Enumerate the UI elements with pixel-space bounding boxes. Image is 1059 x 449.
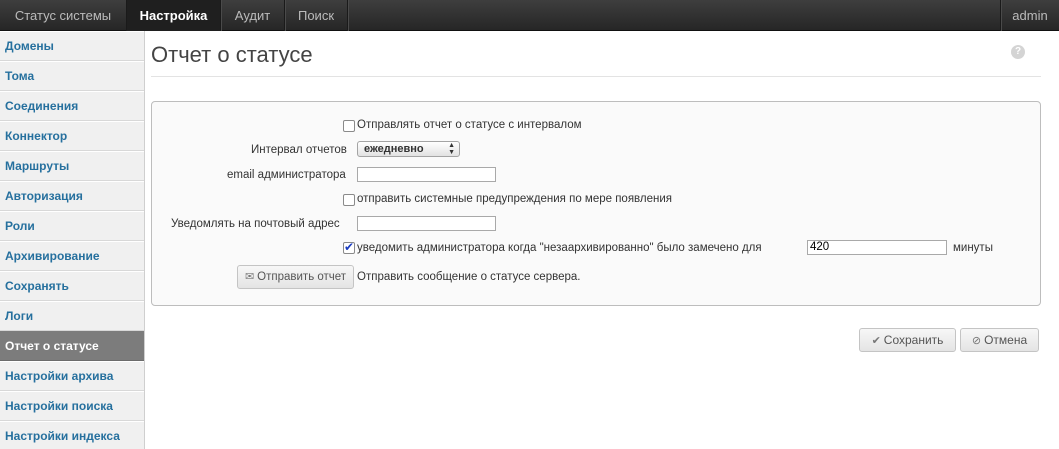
status-report-form: Отправлять отчет о статусе с интервалом … (151, 101, 1041, 306)
select-arrows-icon: ▲ ▼ (448, 142, 455, 156)
sidebar-item-domains[interactable]: Домены (0, 31, 144, 61)
save-button-label: Сохранить (883, 333, 944, 347)
notify-minutes-field[interactable]: 420 (807, 240, 947, 255)
send-interval-checkbox[interactable] (343, 120, 355, 132)
send-warnings-label: отправить системные предупреждения по ме… (357, 193, 673, 205)
notify-email-label: Уведомлять на почтовый адрес (171, 218, 340, 230)
interval-label: Интервал отчетов (251, 144, 347, 156)
send-report-button-label: Отправить отчет (257, 271, 347, 283)
user-menu[interactable]: admin (1000, 0, 1059, 31)
sidebar-item-retention[interactable]: Сохранять (0, 271, 144, 301)
sidebar-item-volumes[interactable]: Тома (0, 61, 144, 91)
tab-audit[interactable]: Аудит (221, 0, 285, 31)
send-report-description: Отправить сообщение о статусе сервера. (357, 271, 581, 283)
sidebar: Домены Тома Соединения Коннектор Маршрут… (0, 31, 145, 449)
sidebar-item-logs[interactable]: Логи (0, 301, 144, 331)
sidebar-item-status-report[interactable]: Отчет о статусе (0, 331, 144, 361)
cancel-icon: ⊘ (971, 335, 982, 347)
tab-search[interactable]: Поиск (285, 0, 348, 31)
question-icon[interactable]: ? (1011, 45, 1025, 59)
send-report-button[interactable]: ✉ Отправить отчет (237, 265, 354, 289)
sidebar-item-archiving[interactable]: Архивирование (0, 241, 144, 271)
notify-admin-checkbox[interactable] (343, 240, 355, 254)
sidebar-item-index-settings[interactable]: Настройки индекса (0, 421, 144, 449)
interval-select-value: ежедневно (364, 143, 424, 155)
sidebar-item-search-settings[interactable]: Настройки поиска (0, 391, 144, 421)
cancel-button[interactable]: ⊘ Отмена (960, 328, 1039, 352)
save-button[interactable]: ✔ Сохранить (859, 328, 956, 352)
envelope-icon: ✉ (244, 271, 255, 283)
sidebar-item-roles[interactable]: Роли (0, 211, 144, 241)
send-warnings-checkbox[interactable] (343, 194, 355, 206)
sidebar-item-connector[interactable]: Коннектор (0, 121, 144, 151)
checkmark-icon: ✔ (871, 335, 881, 347)
sidebar-item-routes[interactable]: Маршруты (0, 151, 144, 181)
sidebar-item-archive-settings[interactable]: Настройки архива (0, 361, 144, 391)
sidebar-item-connections[interactable]: Соединения (0, 91, 144, 121)
tab-settings[interactable]: Настройка (127, 0, 221, 31)
title-divider (151, 76, 1041, 77)
minutes-label: минуты (953, 242, 993, 254)
admin-email-field[interactable] (357, 167, 496, 182)
interval-select[interactable]: ежедневно ▲ ▼ (357, 141, 460, 157)
notify-admin-label: уведомить администратора когда "незаархи… (357, 242, 762, 254)
tab-system-status[interactable]: Статус системы (0, 0, 127, 31)
page-title: Отчет о статусе (151, 42, 313, 67)
cancel-button-label: Отмена (984, 333, 1028, 347)
admin-email-label: email администратора (227, 169, 346, 181)
notify-email-field[interactable] (357, 216, 496, 231)
sidebar-item-authorization[interactable]: Авторизация (0, 181, 144, 211)
send-interval-label: Отправлять отчет о статусе с интервалом (357, 119, 582, 131)
top-navbar: Статус системы Настройка Аудит Поиск adm… (0, 0, 1059, 31)
